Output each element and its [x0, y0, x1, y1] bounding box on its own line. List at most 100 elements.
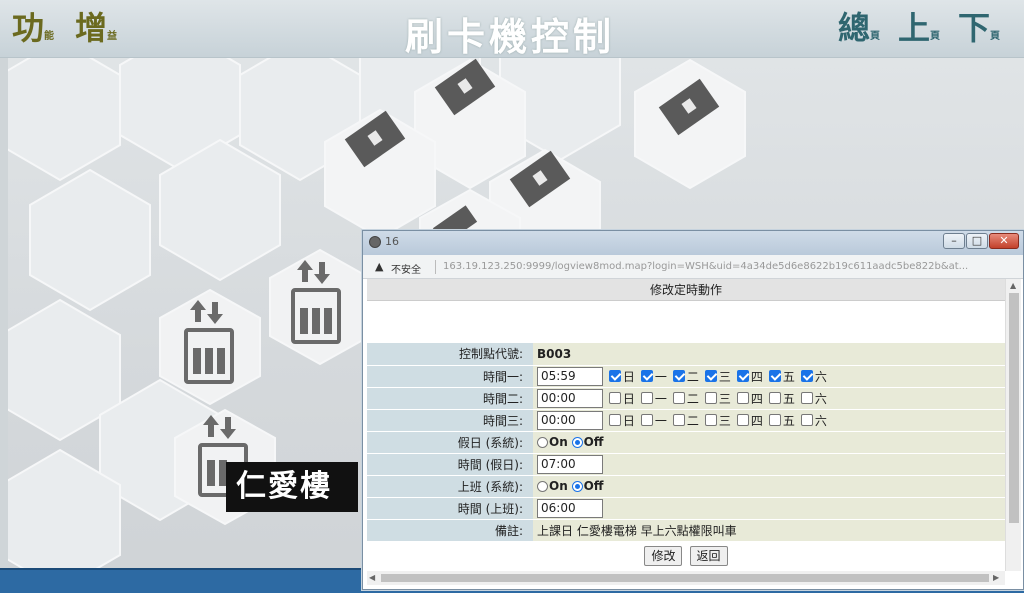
add-button-main: 增	[75, 9, 108, 47]
time2-day-checkbox-4[interactable]	[736, 392, 749, 404]
add-button-sub: 益	[107, 31, 118, 42]
time1-day-checkbox-6[interactable]	[800, 370, 813, 382]
next-page-button[interactable]: 下頁	[958, 8, 1000, 48]
form-row-work: 上班 (系統): On Off	[367, 475, 1005, 498]
time3-day-label-2: 二	[686, 413, 699, 428]
form-row-time1: 時間一: 05:59 日 一 二 三 四 五 六	[367, 365, 1005, 388]
time3-day-checkbox-2[interactable]	[672, 414, 685, 426]
time3-day-checkbox-5[interactable]	[768, 414, 781, 426]
next-page-button-sub: 頁	[990, 31, 1001, 42]
time3-label: 時間三:	[367, 409, 533, 432]
holiday-off-label: Off	[583, 435, 604, 449]
time2-day-label-1: 一	[654, 391, 667, 406]
time3-day-checkbox-0[interactable]	[608, 414, 621, 426]
time1-day-checkbox-0[interactable]	[608, 370, 621, 382]
form-row-note: 備註: 上課日 仁愛樓電梯 早上六點權限叫車	[367, 519, 1005, 542]
work-on-radio[interactable]	[537, 481, 548, 492]
time2-day-label-0: 日	[622, 391, 635, 406]
horizontal-scroll-thumb[interactable]	[381, 574, 989, 582]
schedule-form: 控制點代號: B003 時間一: 05:59 日一二三四五六 時間二: 00:0…	[367, 343, 1005, 542]
control-point-label: 控制點代號:	[367, 343, 533, 366]
scroll-up-icon[interactable]: ▲	[1010, 281, 1016, 290]
work-label: 上班 (系統):	[367, 475, 533, 498]
time3-input[interactable]: 00:00	[537, 410, 603, 430]
time2-day-checkbox-5[interactable]	[768, 392, 781, 404]
time3-day-label-4: 四	[750, 413, 763, 428]
prev-page-button[interactable]: 上頁	[898, 8, 940, 48]
time3-day-checkbox-1[interactable]	[640, 414, 653, 426]
url-text[interactable]: 163.19.123.250:9999/logview8mod.map?logi…	[443, 261, 1013, 272]
scroll-left-icon[interactable]: ◀	[369, 573, 375, 582]
time3-day-label-0: 日	[622, 413, 635, 428]
form-row-time2: 時間二: 00:00 日 一 二 三 四 五 六	[367, 387, 1005, 410]
minimize-button[interactable]: –	[943, 233, 965, 249]
note-value: 上課日 仁愛樓電梯 早上六點權限叫車	[533, 519, 1005, 542]
holiday-time-input[interactable]: 07:00	[537, 454, 603, 474]
function-button[interactable]: 功能	[12, 8, 54, 48]
home-page-button[interactable]: 總頁	[838, 8, 880, 48]
control-point-value: B003	[537, 346, 572, 361]
time3-day-label-5: 五	[782, 413, 795, 428]
holiday-time-cell: 07:00	[533, 453, 1005, 476]
work-cell: On Off	[533, 475, 1005, 498]
form-row-holiday-time: 時間 (假日): 07:00	[367, 453, 1005, 476]
left-edge	[0, 58, 8, 578]
address-bar[interactable]: ▲ 不安全 163.19.123.250:9999/logview8mod.ma…	[363, 255, 1023, 279]
add-button[interactable]: 增益	[75, 8, 117, 48]
scroll-right-icon[interactable]: ▶	[993, 573, 999, 582]
time3-day-checkbox-6[interactable]	[800, 414, 813, 426]
warning-icon: ▲	[375, 260, 384, 273]
time1-day-label-1: 一	[654, 369, 667, 384]
next-page-button-main: 下	[958, 9, 991, 47]
function-button-main: 功	[12, 9, 45, 47]
prev-page-button-main: 上	[898, 9, 931, 47]
time1-day-checkbox-4[interactable]	[736, 370, 749, 382]
time2-day-checkbox-1[interactable]	[640, 392, 653, 404]
time2-label: 時間二:	[367, 387, 533, 410]
work-off-radio[interactable]	[571, 481, 583, 492]
time2-day-label-2: 二	[686, 391, 699, 406]
holiday-time-label: 時間 (假日):	[367, 453, 533, 476]
modify-button[interactable]: 修改	[644, 545, 683, 566]
time2-day-checkbox-3[interactable]	[704, 392, 717, 404]
time1-day-label-4: 四	[750, 369, 763, 384]
time1-day-checkbox-1[interactable]	[640, 370, 653, 382]
page-title: 刷卡機控制	[404, 15, 615, 59]
time2-cell: 00:00 日 一 二 三 四 五 六	[533, 387, 1005, 410]
control-point-cell: B003	[533, 343, 1005, 366]
work-off-label: Off	[583, 479, 604, 493]
time1-days: 日一二三四五六	[607, 369, 831, 384]
holiday-cell: On Off	[533, 431, 1005, 454]
work-time-label: 時間 (上班):	[367, 497, 533, 520]
building-label[interactable]: 仁愛樓	[226, 462, 358, 512]
horizontal-scrollbar[interactable]: ◀ ▶	[367, 571, 1005, 585]
time3-day-checkbox-3[interactable]	[704, 414, 717, 426]
divider	[435, 260, 436, 274]
time2-day-checkbox-2[interactable]	[672, 392, 685, 404]
time2-day-checkbox-6[interactable]	[800, 392, 813, 404]
close-button[interactable]: ✕	[989, 233, 1019, 249]
time3-days: 日一二三四五六	[607, 413, 831, 428]
time2-day-label-5: 五	[782, 391, 795, 406]
back-button[interactable]: 返回	[689, 545, 728, 566]
holiday-off-radio[interactable]	[571, 437, 583, 448]
time2-day-checkbox-0[interactable]	[608, 392, 621, 404]
window-title-bar[interactable]: 16 – □ ✕	[363, 231, 1023, 255]
time1-day-checkbox-3[interactable]	[704, 370, 717, 382]
time2-input[interactable]: 00:00	[537, 388, 603, 408]
time2-day-label-4: 四	[750, 391, 763, 406]
time1-day-label-5: 五	[782, 369, 795, 384]
vertical-scroll-thumb[interactable]	[1009, 293, 1019, 523]
time1-day-label-2: 二	[686, 369, 699, 384]
maximize-button[interactable]: □	[966, 233, 988, 249]
note-label: 備註:	[367, 519, 533, 542]
time3-day-checkbox-4[interactable]	[736, 414, 749, 426]
time1-input[interactable]: 05:59	[537, 366, 603, 386]
holiday-on-radio[interactable]	[537, 437, 548, 448]
work-time-input[interactable]: 06:00	[537, 498, 603, 518]
time1-day-checkbox-5[interactable]	[768, 370, 781, 382]
page-content: 修改定時動作 控制點代號: B003 時間一: 05:59 日一二三四五六 時間…	[367, 279, 1005, 571]
time1-day-checkbox-2[interactable]	[672, 370, 685, 382]
vertical-scrollbar[interactable]: ▲	[1005, 279, 1021, 571]
form-row-time3: 時間三: 00:00 日 一 二 三 四 五 六	[367, 409, 1005, 432]
